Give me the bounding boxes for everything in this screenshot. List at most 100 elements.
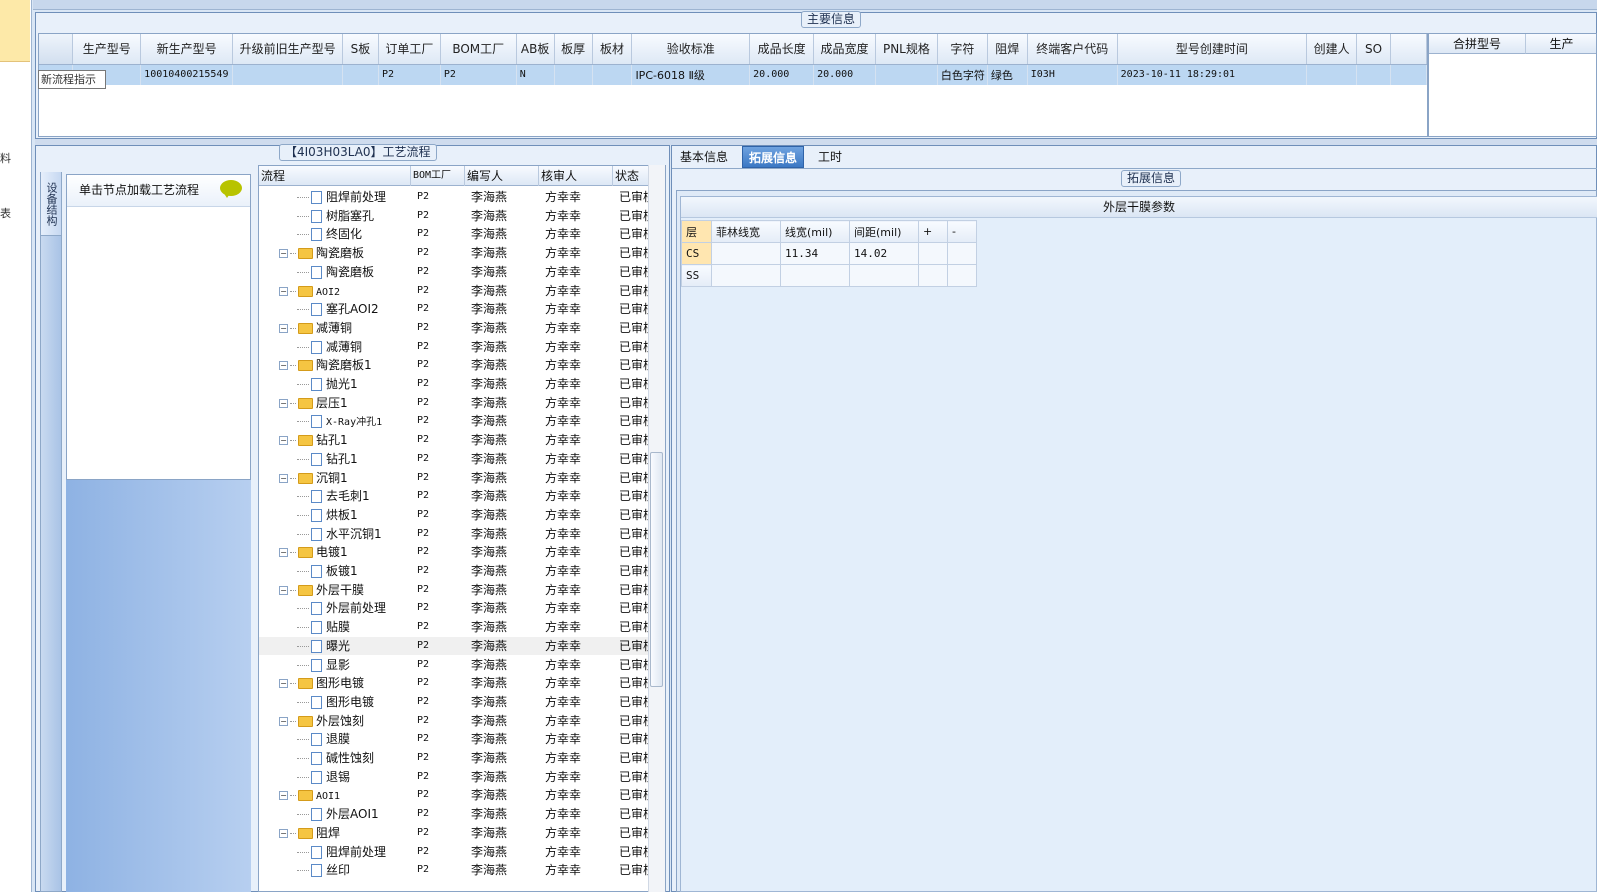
tree-node[interactable]: 退锡 <box>259 768 411 786</box>
tree-col-header-reviewer[interactable]: 核审人 <box>539 166 613 186</box>
tree-row[interactable]: − 外层干膜 P2 李海燕 方幸幸 已审核 <box>259 581 655 600</box>
main-col-header-9[interactable]: 验收标准 <box>631 34 751 65</box>
tree-row[interactable]: − 陶瓷磨板 P2 李海燕 方幸幸 已审核 <box>259 244 655 263</box>
main-info-grid[interactable]: 生产型号 新生产型号 升级前旧生产型号 S板 订单工厂 BOM工厂 AB板 板厚 板材 验收标准成… <box>38 33 1428 137</box>
tree-node[interactable]: − 层压1 <box>259 394 411 412</box>
side-tab-equipment-structure[interactable]: 设备结构 <box>41 172 61 236</box>
main-cell-5[interactable]: P2 <box>440 64 517 85</box>
film-col-header-5[interactable]: - <box>947 220 977 243</box>
tree-node[interactable]: − 陶瓷磨板 <box>259 244 411 262</box>
collapse-icon[interactable]: − <box>279 679 288 689</box>
main-cell-12[interactable] <box>875 64 938 85</box>
tree-row[interactable]: 水平沉铜1 P2 李海燕 方幸幸 已审核 <box>259 525 655 544</box>
tree-row[interactable]: 钻孔1 P2 李海燕 方幸幸 已审核 <box>259 450 655 469</box>
tree-row[interactable]: − AOI2 P2 李海燕 方幸幸 已审核 <box>259 282 655 301</box>
tree-node[interactable]: − 电镀1 <box>259 543 411 561</box>
main-col-header-5[interactable]: BOM工厂 <box>440 34 517 65</box>
film-layer-cell[interactable]: SS <box>681 264 712 287</box>
merge-col-header-model[interactable]: 合拼型号 <box>1429 34 1526 54</box>
tree-row[interactable]: − AOI1 P2 李海燕 方幸幸 已审核 <box>259 786 655 805</box>
main-cell-8[interactable] <box>592 64 633 85</box>
tree-node[interactable]: 塞孔AOI2 <box>259 300 411 318</box>
main-col-header-2[interactable]: 升级前旧生产型号 <box>232 34 344 65</box>
main-cell-1[interactable]: 10010400215549 <box>140 64 234 85</box>
tree-node[interactable]: 钻孔1 <box>259 450 411 468</box>
tree-row[interactable]: 陶瓷磨板 P2 李海燕 方幸幸 已审核 <box>259 263 655 282</box>
film-value-cell[interactable] <box>918 264 948 287</box>
tree-node[interactable]: 烘板1 <box>259 506 411 524</box>
tree-node[interactable]: 外层前处理 <box>259 599 411 617</box>
tree-row[interactable]: 外层前处理 P2 李海燕 方幸幸 已审核 <box>259 599 655 618</box>
tree-row[interactable]: 阻焊前处理 P2 李海燕 方幸幸 已审核 <box>259 843 655 862</box>
film-value-cell[interactable] <box>947 242 977 265</box>
tree-node[interactable]: − 图形电镀 <box>259 674 411 692</box>
tree-col-header-bom-factory[interactable]: BOM工厂 <box>411 166 465 186</box>
collapse-icon[interactable]: − <box>279 828 288 838</box>
tree-row[interactable]: 塞孔AOI2 P2 李海燕 方幸幸 已审核 <box>259 300 655 319</box>
tree-row[interactable]: − 陶瓷磨板1 P2 李海燕 方幸幸 已审核 <box>259 356 655 375</box>
main-col-header-18[interactable]: SO <box>1356 34 1391 65</box>
film-value-cell[interactable]: 11.34 <box>780 242 850 265</box>
collapse-icon[interactable]: − <box>279 585 288 595</box>
film-value-cell[interactable] <box>711 242 781 265</box>
tree-node[interactable]: 水平沉铜1 <box>259 525 411 543</box>
tree-node[interactable]: 去毛刺1 <box>259 487 411 505</box>
film-value-cell[interactable] <box>849 264 919 287</box>
tree-row[interactable]: − 钻孔1 P2 李海燕 方幸幸 已审核 <box>259 431 655 450</box>
tree-row[interactable]: − 电镀1 P2 李海燕 方幸幸 已审核 <box>259 543 655 562</box>
main-cell-13[interactable]: 白色字符 <box>937 64 988 85</box>
film-value-cell[interactable]: 14.02 <box>849 242 919 265</box>
tree-node[interactable]: 减薄铜 <box>259 338 411 356</box>
tree-row[interactable]: 外层AOI1 P2 李海燕 方幸幸 已审核 <box>259 805 655 824</box>
main-cell-10[interactable]: 20.000 <box>749 64 815 85</box>
tree-node[interactable]: − 外层蚀刻 <box>259 712 411 730</box>
tree-row[interactable]: 阻焊前处理 P2 李海燕 方幸幸 已审核 <box>259 188 655 207</box>
tree-node[interactable]: 阻焊前处理 <box>259 188 411 206</box>
tree-node[interactable]: 退膜 <box>259 730 411 748</box>
tree-row[interactable]: − 减薄铜 P2 李海燕 方幸幸 已审核 <box>259 319 655 338</box>
tree-row[interactable]: 丝印 P2 李海燕 方幸幸 已审核 <box>259 861 655 880</box>
tree-node[interactable]: 板镀1 <box>259 562 411 580</box>
main-cell-14[interactable]: 绿色 <box>987 64 1028 85</box>
tree-node[interactable]: − 陶瓷磨板1 <box>259 356 411 374</box>
film-params-table[interactable]: 层菲林线宽 线宽(mil) 间距(mil) + - CS 11.34 14.02 SS <box>681 220 977 287</box>
main-col-header-13[interactable]: 字符 <box>937 34 988 65</box>
main-col-header-14[interactable]: 阻焊 <box>987 34 1028 65</box>
tree-row[interactable]: 终固化 P2 李海燕 方幸幸 已审核 <box>259 225 655 244</box>
main-col-header-11[interactable]: 成品宽度 <box>813 34 876 65</box>
tree-row[interactable]: 贴膜 P2 李海燕 方幸幸 已审核 <box>259 618 655 637</box>
tree-node[interactable]: 外层AOI1 <box>259 805 411 823</box>
main-col-header-0[interactable]: 生产型号 <box>72 34 142 65</box>
main-cell-2[interactable] <box>232 64 344 85</box>
main-col-header-10[interactable]: 成品长度 <box>749 34 815 65</box>
film-col-header-4[interactable]: + <box>918 220 948 243</box>
tree-row[interactable]: − 外层蚀刻 P2 李海燕 方幸幸 已审核 <box>259 712 655 731</box>
collapse-icon[interactable]: − <box>279 249 288 259</box>
tree-row[interactable]: 显影 P2 李海燕 方幸幸 已审核 <box>259 656 655 675</box>
tree-row[interactable]: 烘板1 P2 李海燕 方幸幸 已审核 <box>259 506 655 525</box>
collapse-icon[interactable]: − <box>279 398 288 408</box>
main-col-header-7[interactable]: 板厚 <box>554 34 593 65</box>
main-cell-17[interactable] <box>1306 64 1358 85</box>
film-value-cell[interactable] <box>711 264 781 287</box>
collapse-icon[interactable]: − <box>279 323 288 333</box>
tree-node[interactable]: 陶瓷磨板 <box>259 263 411 281</box>
main-col-header-17[interactable]: 创建人 <box>1306 34 1358 65</box>
main-cell-16[interactable]: 2023-10-11 18:29:01 <box>1117 64 1308 85</box>
grid-select-all-corner[interactable] <box>39 34 74 65</box>
tree-row[interactable]: − 沉铜1 P2 李海燕 方幸幸 已审核 <box>259 469 655 488</box>
main-cell-4[interactable]: P2 <box>378 64 441 85</box>
tree-node[interactable]: 贴膜 <box>259 618 411 636</box>
main-col-header-3[interactable]: S板 <box>342 34 379 65</box>
tree-row[interactable]: − 阻焊 P2 李海燕 方幸幸 已审核 <box>259 824 655 843</box>
tree-node[interactable]: − 沉铜1 <box>259 469 411 487</box>
main-col-header-16[interactable]: 型号创建时间 <box>1117 34 1308 65</box>
main-col-header-4[interactable]: 订单工厂 <box>378 34 441 65</box>
tree-row[interactable]: 减薄铜 P2 李海燕 方幸幸 已审核 <box>259 338 655 357</box>
tree-row[interactable]: 抛光1 P2 李海燕 方幸幸 已审核 <box>259 375 655 394</box>
tree-node[interactable]: 丝印 <box>259 861 411 879</box>
tree-node[interactable]: − 钻孔1 <box>259 431 411 449</box>
main-cell-11[interactable]: 20.000 <box>813 64 876 85</box>
collapse-icon[interactable]: − <box>279 548 288 558</box>
tree-node[interactable]: 显影 <box>259 656 411 674</box>
